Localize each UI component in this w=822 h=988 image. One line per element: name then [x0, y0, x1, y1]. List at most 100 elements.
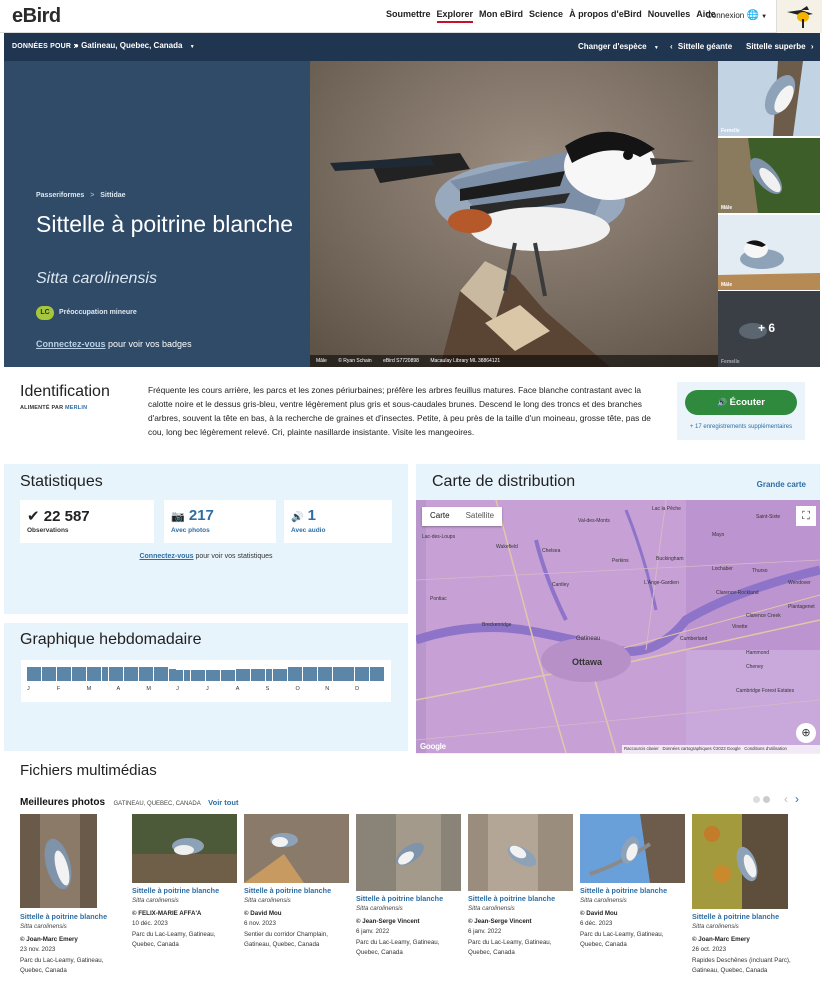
photo-thumbnail[interactable]: [20, 814, 97, 908]
map-keyboard-shortcuts[interactable]: Raccourcis clavier: [624, 746, 659, 751]
weekly-bar[interactable]: [123, 667, 131, 681]
weekly-bar[interactable]: [302, 667, 310, 681]
badges-login-link[interactable]: Connectez-vous: [36, 339, 106, 349]
weekly-bar[interactable]: [280, 669, 288, 681]
carousel-dot[interactable]: [763, 796, 770, 803]
weekly-bar[interactable]: [213, 669, 221, 681]
photo-species-name[interactable]: Sittelle à poitrine blanche: [468, 894, 568, 903]
locate-icon[interactable]: ⊕: [796, 723, 816, 743]
thumb-1[interactable]: Femelle: [718, 61, 820, 136]
weekly-bar[interactable]: [228, 669, 236, 681]
weekly-bar[interactable]: [198, 669, 206, 681]
map-type-map[interactable]: Carte: [422, 507, 458, 526]
weekly-bar[interactable]: [146, 667, 154, 681]
stats-login-link[interactable]: Connectez-vous: [139, 553, 193, 560]
weekly-bar[interactable]: [153, 667, 161, 681]
weekly-bar[interactable]: [94, 667, 102, 681]
photo-thumbnail[interactable]: [580, 814, 685, 883]
photo-thumbnail[interactable]: [244, 814, 349, 883]
weekly-bar[interactable]: [317, 667, 325, 681]
change-species-dropdown[interactable]: Changer d'espèce ▼: [578, 42, 659, 51]
login-link[interactable]: Connexion 🌐 ▼: [706, 10, 767, 21]
nav-a-propos[interactable]: À propos d'eBird: [569, 9, 642, 23]
weekly-bar[interactable]: [56, 667, 64, 681]
weekly-bar[interactable]: [310, 667, 318, 681]
weekly-bar[interactable]: [131, 667, 139, 681]
photo-thumbnail[interactable]: [692, 814, 788, 909]
photo-species-name[interactable]: Sittelle à poitrine blanche: [20, 912, 120, 921]
photo-species-name[interactable]: Sittelle à poitrine blanche: [132, 886, 232, 895]
more-photos-count[interactable]: + 6: [758, 321, 775, 335]
weekly-bar[interactable]: [325, 667, 333, 681]
weekly-bar[interactable]: [176, 669, 184, 681]
weekly-chart[interactable]: JFMAMJJASOND: [21, 660, 391, 702]
weekly-bar[interactable]: [79, 667, 87, 681]
weekly-bar[interactable]: [332, 667, 340, 681]
thumb-more[interactable]: + 6 Femelle: [718, 291, 820, 367]
more-recordings-link[interactable]: + 17 enregistrements supplémentaires: [685, 424, 797, 430]
weekly-bar[interactable]: [64, 667, 72, 681]
weekly-bar[interactable]: [27, 667, 34, 681]
ebird-logo[interactable]: eBird: [12, 5, 61, 28]
nav-nouvelles[interactable]: Nouvelles: [648, 9, 691, 23]
listen-label[interactable]: Écouter: [730, 397, 765, 408]
photo-species-name[interactable]: Sittelle à poitrine blanche: [692, 912, 792, 921]
carousel-dot[interactable]: [753, 796, 760, 803]
login-label[interactable]: Connexion: [706, 11, 744, 20]
large-map-link[interactable]: Grande carte: [757, 480, 806, 489]
see-all-link[interactable]: Voir tout: [208, 798, 238, 807]
weekly-bar[interactable]: [190, 669, 198, 681]
weekly-bar[interactable]: [116, 667, 124, 681]
weekly-bar[interactable]: [347, 667, 355, 681]
crumb-order[interactable]: Passeriformes: [36, 192, 84, 199]
next-species-link[interactable]: Sittelle superbe ›: [746, 42, 813, 51]
weekly-bar[interactable]: [108, 667, 116, 681]
weekly-bar[interactable]: [41, 667, 49, 681]
weekly-bar[interactable]: [369, 667, 377, 681]
map-terms-link[interactable]: Conditions d'utilisation: [744, 746, 787, 751]
conservation-status-label[interactable]: Préoccupation mineure: [59, 309, 137, 316]
change-species-label[interactable]: Changer d'espèce: [578, 42, 647, 51]
weekly-bar[interactable]: [287, 667, 295, 681]
weekly-bar[interactable]: [71, 667, 79, 681]
photo-thumbnail[interactable]: [356, 814, 461, 891]
weekly-bar[interactable]: [258, 669, 265, 681]
location-selector[interactable]: ● Gatineau, Quebec, Canada ▼: [74, 41, 195, 50]
weekly-bar[interactable]: [220, 669, 228, 681]
weekly-bar[interactable]: [354, 667, 362, 681]
prev-species-link[interactable]: ‹ Sittelle géante: [670, 42, 732, 51]
nav-mon-ebird[interactable]: Mon eBird: [479, 9, 523, 23]
cornell-lab-logo[interactable]: [776, 0, 822, 33]
nav-science[interactable]: Science: [529, 9, 563, 23]
weekly-bar[interactable]: [362, 667, 370, 681]
observations-card[interactable]: ✔ 22 587 Observations: [20, 500, 154, 543]
weekly-bar[interactable]: [101, 667, 109, 681]
weekly-bar[interactable]: [49, 667, 57, 681]
weekly-bar[interactable]: [377, 667, 385, 681]
photos-card[interactable]: 📷 217 Avec photos: [164, 500, 276, 543]
weekly-bar[interactable]: [243, 669, 251, 681]
thumb-2[interactable]: Mâle: [718, 138, 820, 213]
weekly-bar[interactable]: [295, 667, 303, 681]
chevron-right-icon[interactable]: ›: [795, 792, 799, 806]
photo-species-name[interactable]: Sittelle à poitrine blanche: [580, 886, 680, 895]
weekly-bar[interactable]: [235, 669, 243, 681]
fullscreen-icon[interactable]: ⛶: [796, 506, 816, 526]
photo-species-name[interactable]: Sittelle à poitrine blanche: [356, 894, 456, 903]
weekly-bar[interactable]: [183, 669, 191, 681]
listen-button[interactable]: 🔊 Écouter: [685, 390, 797, 415]
nav-soumettre[interactable]: Soumettre: [386, 9, 431, 23]
weekly-bar[interactable]: [161, 667, 169, 681]
location-value[interactable]: Gatineau, Quebec, Canada: [81, 41, 182, 50]
caption-library[interactable]: Macaulay Library ML 38864121: [430, 358, 500, 364]
merlin-link[interactable]: MERLIN: [65, 405, 87, 411]
prev-species-label[interactable]: Sittelle géante: [678, 42, 732, 51]
nav-explorer[interactable]: Explorer: [436, 9, 474, 23]
weekly-bar[interactable]: [138, 667, 146, 681]
weekly-bar[interactable]: [205, 669, 213, 681]
weekly-bar[interactable]: [250, 669, 258, 681]
chevron-left-icon[interactable]: ‹: [784, 792, 788, 806]
weekly-bar[interactable]: [34, 667, 42, 681]
photo-thumbnail[interactable]: [468, 814, 573, 891]
caption-ebird[interactable]: eBird S7720898: [383, 358, 419, 364]
